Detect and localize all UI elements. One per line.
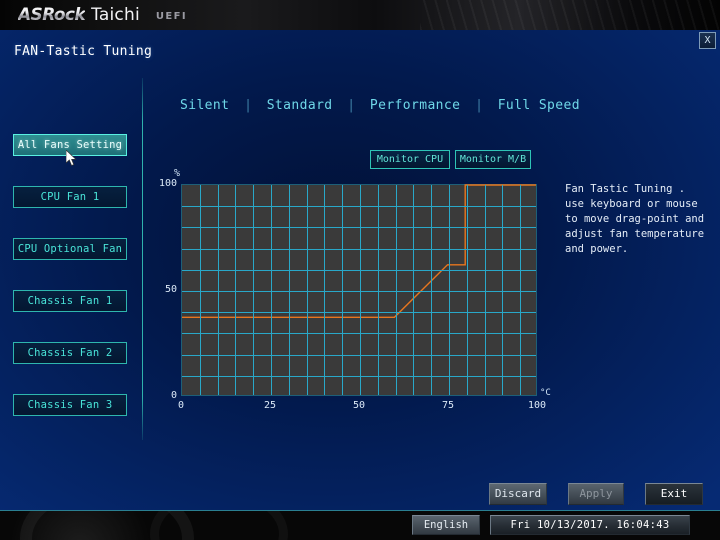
gridline-vertical bbox=[342, 185, 344, 395]
gridline-vertical bbox=[360, 185, 361, 395]
gridline-vertical bbox=[449, 185, 450, 395]
page-title: FAN-Tastic Tuning bbox=[14, 44, 153, 59]
preset-tab-full-speed[interactable]: Full Speed bbox=[498, 98, 580, 113]
gridline-horizontal bbox=[182, 333, 536, 335]
gridline-vertical bbox=[306, 185, 308, 395]
brand-model: Taichi bbox=[91, 5, 140, 25]
y-axis-tick-label: 100 bbox=[158, 178, 177, 189]
preset-divider: | bbox=[244, 98, 252, 113]
gridline-horizontal bbox=[182, 354, 536, 356]
gridline-vertical bbox=[288, 185, 290, 395]
brand-logo: ASRock Taichi UEFI bbox=[18, 0, 187, 30]
gridline-vertical bbox=[413, 185, 415, 395]
exit-button[interactable]: Exit bbox=[645, 483, 703, 505]
monitor-cpu-button[interactable]: Monitor CPU bbox=[370, 150, 450, 169]
y-axis-tick-label: 50 bbox=[164, 284, 177, 295]
sidebar-item-chassis-fan-2[interactable]: Chassis Fan 2 bbox=[13, 342, 127, 364]
datetime-display: Fri 10/13/2017. 16:04:43 bbox=[490, 515, 690, 535]
sidebar-item-cpu-optional-fan[interactable]: CPU Optional Fan bbox=[13, 238, 127, 260]
firmware-label: UEFI bbox=[155, 11, 187, 22]
apply-button[interactable]: Apply bbox=[568, 483, 624, 505]
preset-tabs: Silent | Standard | Performance | Full Speed bbox=[180, 98, 580, 113]
help-text: Fan Tastic Tuning . use keyboard or mous… bbox=[565, 183, 705, 255]
preset-tab-standard[interactable]: Standard bbox=[267, 98, 333, 113]
gridline-vertical bbox=[520, 185, 522, 395]
gridline-vertical bbox=[377, 185, 379, 395]
gridline-vertical bbox=[502, 185, 504, 395]
x-axis-tick-label: 100 bbox=[527, 400, 547, 411]
close-icon[interactable]: X bbox=[699, 32, 716, 49]
preset-tab-performance[interactable]: Performance bbox=[370, 98, 461, 113]
preset-divider: | bbox=[475, 98, 483, 113]
fan-curve-plot-area[interactable] bbox=[181, 184, 537, 396]
gridline-horizontal bbox=[182, 291, 536, 292]
brand-name: ASRock bbox=[18, 5, 86, 25]
sidebar-divider bbox=[142, 78, 143, 440]
gridline-vertical bbox=[253, 185, 255, 395]
gridline-vertical bbox=[466, 185, 468, 395]
monitor-mb-button[interactable]: Monitor M/B bbox=[455, 150, 531, 169]
uefi-screen: ASRock Taichi UEFI FAN-Tastic Tuning X A… bbox=[0, 0, 720, 540]
fan-selector-sidebar: All Fans Setting CPU Fan 1 CPU Optional Fa… bbox=[0, 78, 142, 440]
gridline-horizontal bbox=[182, 248, 536, 250]
gridline-horizontal bbox=[182, 375, 536, 377]
x-axis-tick-label: 50 bbox=[352, 400, 366, 411]
gridline-vertical bbox=[324, 185, 326, 395]
sidebar-item-cpu-fan-1[interactable]: CPU Fan 1 bbox=[13, 186, 127, 208]
sidebar-item-chassis-fan-1[interactable]: Chassis Fan 1 bbox=[13, 290, 127, 312]
gridline-horizontal bbox=[182, 269, 536, 271]
gridline-vertical bbox=[395, 185, 397, 395]
gridline-vertical bbox=[199, 185, 201, 395]
language-button[interactable]: English bbox=[412, 515, 480, 535]
x-axis-tick-label: 0 bbox=[177, 400, 185, 411]
gridline-horizontal bbox=[182, 312, 536, 314]
discard-button[interactable]: Discard bbox=[489, 483, 547, 505]
gridline-vertical bbox=[235, 185, 237, 395]
gridline-vertical bbox=[217, 185, 219, 395]
gridline-horizontal bbox=[182, 227, 536, 229]
preset-tab-silent[interactable]: Silent bbox=[180, 98, 229, 113]
gridline-horizontal bbox=[182, 206, 536, 208]
x-axis-tick-label: 25 bbox=[263, 400, 277, 411]
x-axis-tick-label: 75 bbox=[441, 400, 455, 411]
preset-divider: | bbox=[347, 98, 356, 113]
gridline-vertical bbox=[431, 185, 433, 395]
x-axis-unit: °C bbox=[540, 388, 551, 398]
sidebar-item-all-fans-setting[interactable]: All Fans Setting bbox=[13, 134, 127, 156]
brand-bar: ASRock Taichi UEFI bbox=[0, 0, 720, 30]
gridline-vertical bbox=[271, 185, 272, 395]
gridline-vertical bbox=[484, 185, 486, 395]
sidebar-item-chassis-fan-3[interactable]: Chassis Fan 3 bbox=[13, 394, 127, 416]
